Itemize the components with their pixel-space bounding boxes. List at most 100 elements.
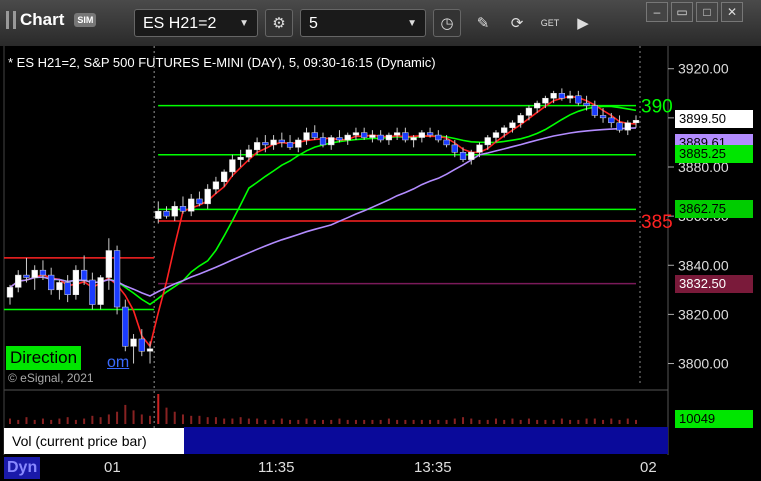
candle-body: [591, 105, 598, 116]
x-tick-label: 11:35: [258, 459, 295, 476]
drag-grip-icon[interactable]: [6, 11, 16, 29]
volume-bar: [437, 419, 440, 424]
volume-bar: [190, 415, 193, 424]
close-icon[interactable]: ✕: [721, 2, 743, 22]
chart-header: * ES H21=2, S&P 500 FUTURES E-MINI (DAY)…: [8, 55, 436, 70]
volume-bar: [585, 418, 588, 424]
volume-bar: [511, 418, 514, 424]
app-title[interactable]: Chart SIM: [6, 10, 97, 30]
candle-body: [534, 102, 541, 109]
volume-bar: [322, 419, 324, 424]
restore-icon[interactable]: ▭: [671, 2, 693, 22]
candle-body: [336, 137, 343, 141]
volume-bar: [470, 418, 473, 424]
volume-bar: [58, 418, 61, 424]
volume-bar: [297, 419, 300, 424]
gear-icon[interactable]: ⚙: [265, 9, 293, 37]
volume-bar: [272, 419, 275, 424]
dyn-label[interactable]: Dyn: [4, 457, 41, 479]
candle-body: [179, 206, 187, 212]
volume-bar: [635, 419, 637, 424]
candle-body: [566, 95, 574, 99]
candle-body: [443, 139, 450, 146]
volume-bar: [280, 418, 283, 424]
volume-bar: [462, 417, 465, 424]
candle-body: [229, 159, 236, 173]
candle-body: [476, 144, 483, 153]
candle-body: [31, 269, 38, 278]
candle-body: [23, 274, 30, 278]
volume-pane-strip: [184, 427, 668, 454]
candle-body: [48, 274, 55, 291]
candle-body: [15, 274, 22, 288]
candle-body: [418, 132, 425, 138]
candle-body: [130, 338, 137, 347]
volume-bar: [519, 419, 522, 424]
candle-body: [138, 338, 145, 352]
candle-body: [113, 250, 121, 308]
play-icon[interactable]: ▶: [569, 9, 597, 37]
candle-body: [385, 134, 393, 141]
candle-body: [245, 149, 253, 158]
y-tick-label: 3800.00: [678, 356, 729, 372]
price-tag: 3899.50: [675, 110, 753, 129]
volume-bar: [231, 418, 234, 424]
volume-bar: [503, 419, 506, 424]
candle-body: [122, 306, 129, 347]
candle-body: [146, 348, 154, 352]
close-icon[interactable]: ✕: [170, 427, 182, 444]
interval-combo[interactable]: 5 ▼: [300, 9, 426, 37]
candle-body: [435, 134, 442, 141]
volume-bar: [330, 419, 333, 424]
candle-body: [105, 250, 112, 278]
symbol-combo[interactable]: ES H21=2 ▼: [134, 9, 258, 37]
candle-body: [80, 269, 88, 281]
volume-bar: [116, 411, 119, 424]
candle-body: [402, 132, 409, 141]
candle-body: [361, 132, 368, 138]
volume-bar: [445, 419, 448, 424]
chevron-down-icon[interactable]: ▼: [239, 10, 249, 38]
get-data-icon[interactable]: GET: [536, 9, 564, 37]
chevron-down-icon[interactable]: ▼: [407, 10, 417, 38]
minimize-icon[interactable]: –: [646, 2, 668, 22]
candle-body: [97, 277, 104, 305]
clock-icon[interactable]: ◷: [433, 9, 461, 37]
price-chart[interactable]: 3920.003900.003880.003860.003840.003820.…: [0, 46, 761, 455]
volume-bar: [338, 418, 341, 424]
study-icon[interactable]: ⟳: [503, 9, 531, 37]
candle-body: [286, 142, 294, 148]
volume-bar: [560, 418, 563, 424]
volume-bar: [41, 418, 44, 424]
candle-body: [608, 117, 615, 124]
candle-body: [319, 137, 327, 146]
volume-bar: [74, 419, 77, 424]
volume-bar: [626, 418, 629, 424]
candle-body: [72, 269, 80, 295]
pencil-icon[interactable]: ✎: [469, 9, 497, 37]
interval-value: 5: [309, 15, 318, 32]
volume-bar: [363, 419, 366, 424]
candle-body: [632, 120, 640, 124]
candle-body: [64, 282, 71, 295]
maximize-icon[interactable]: □: [696, 2, 718, 22]
candle-body: [344, 134, 351, 141]
candle-body: [509, 122, 516, 128]
volume-bar: [313, 419, 316, 424]
link-fragment[interactable]: om: [107, 354, 129, 372]
volume-bar: [173, 411, 176, 424]
candle-body: [583, 102, 590, 106]
volume-bar: [618, 419, 621, 424]
copyright: © eSignal, 2021: [8, 371, 94, 385]
candle-body: [155, 210, 162, 219]
volume-bar: [198, 415, 201, 424]
volume-bar: [247, 418, 250, 424]
volume-bar: [305, 418, 308, 424]
candle-body: [221, 171, 228, 182]
get-badge: GET: [540, 18, 560, 28]
volume-bar: [99, 417, 102, 424]
volume-bar: [371, 419, 374, 424]
level-label-green: 390: [641, 97, 673, 118]
candle-body: [163, 210, 170, 217]
candle-body: [616, 122, 623, 131]
